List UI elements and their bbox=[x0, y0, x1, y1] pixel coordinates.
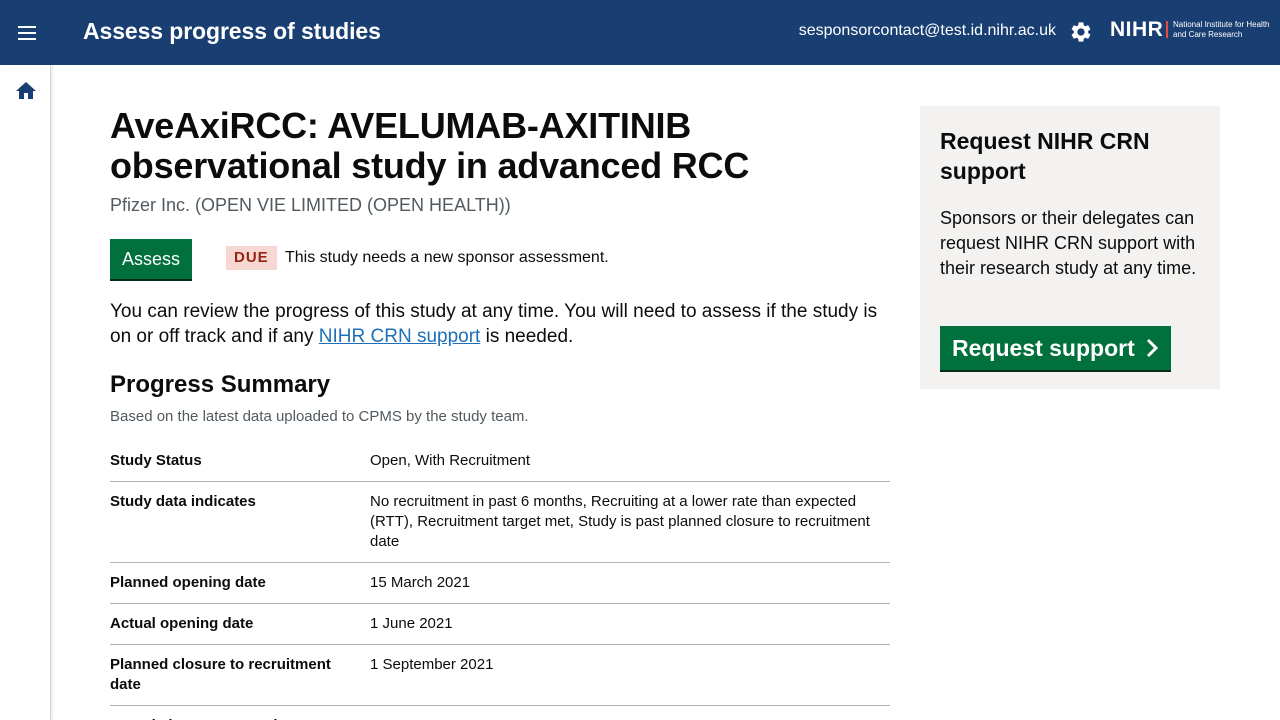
nihr-logo-subtitle: National Institute for Health and Care R… bbox=[1173, 20, 1270, 39]
summary-row: Study data indicates No recruitment in p… bbox=[110, 482, 890, 563]
support-panel-title: Request NIHR CRN support bbox=[940, 128, 1150, 184]
assess-row: Assess DUE This study needs a new sponso… bbox=[110, 239, 890, 279]
nihr-logo-text: NIHR bbox=[1110, 18, 1164, 41]
summary-value: Open, With Recruitment bbox=[370, 452, 531, 469]
user-email: sesponsorcontact@test.id.nihr.ac.uk bbox=[798, 22, 1056, 39]
summary-value: 1 September 2021 bbox=[370, 656, 494, 673]
gear-icon[interactable] bbox=[1069, 20, 1093, 44]
intro-text-end: is needed. bbox=[480, 326, 574, 347]
nihr-crn-support-link[interactable]: NIHR CRN support bbox=[319, 326, 481, 347]
summary-key: Study Status bbox=[110, 452, 202, 469]
summary-key: Actual opening date bbox=[110, 615, 254, 632]
summary-key: Study data indicates bbox=[110, 493, 256, 510]
summary-value bbox=[370, 716, 890, 720]
summary-key: Planned closure to recruitment date bbox=[110, 656, 331, 693]
logo-divider bbox=[1166, 21, 1168, 38]
summary-row: Planned opening date 15 March 2021 bbox=[110, 563, 890, 604]
summary-row: Actual opening date 1 June 2021 bbox=[110, 604, 890, 645]
request-support-button[interactable]: Request support bbox=[940, 326, 1171, 370]
summary-key: Actual closure to recruitment bbox=[110, 716, 370, 720]
nihr-logo: NIHR National Institute for Health and C… bbox=[1110, 18, 1270, 44]
menu-icon[interactable] bbox=[13, 19, 41, 47]
sponsor-name: Pfizer Inc. (OPEN VIE LIMITED (OPEN HEAL… bbox=[110, 195, 511, 215]
summary-key: Planned opening date bbox=[110, 574, 266, 591]
summary-value: 1 June 2021 bbox=[370, 615, 453, 632]
support-panel-text: Sponsors or their delegates can request … bbox=[940, 208, 1197, 278]
app-title: Assess progress of studies bbox=[83, 18, 381, 44]
request-support-label: Request support bbox=[952, 335, 1135, 361]
summary-list: Study Status Open, With Recruitment Stud… bbox=[110, 451, 890, 720]
side-nav bbox=[0, 65, 51, 720]
assess-button[interactable]: Assess bbox=[110, 239, 193, 279]
main-content: AveAxiRCC: AVELUMAB-AXITINIB observation… bbox=[110, 106, 890, 720]
summary-row: Actual closure to recruitment bbox=[110, 706, 890, 720]
study-title: AveAxiRCC: AVELUMAB-AXITINIB observation… bbox=[110, 105, 750, 186]
top-header: Assess progress of studies sesponsorcont… bbox=[0, 0, 1280, 65]
support-panel: Request NIHR CRN support Sponsors or the… bbox=[920, 106, 1220, 389]
chevron-right-icon bbox=[1146, 338, 1158, 358]
progress-summary-caption: Based on the latest data uploaded to CPM… bbox=[110, 408, 529, 425]
summary-value: 15 March 2021 bbox=[370, 574, 471, 591]
progress-summary-heading: Progress Summary bbox=[110, 371, 331, 398]
summary-row: Planned closure to recruitment date 1 Se… bbox=[110, 645, 890, 706]
summary-value: No recruitment in past 6 months, Recruit… bbox=[370, 493, 870, 550]
summary-row: Study Status Open, With Recruitment bbox=[110, 451, 890, 482]
intro-paragraph: You can review the progress of this stud… bbox=[110, 299, 890, 349]
due-message: This study needs a new sponsor assessmen… bbox=[285, 249, 609, 266]
due-status-tag: DUE bbox=[226, 246, 277, 270]
home-icon[interactable] bbox=[14, 79, 38, 103]
